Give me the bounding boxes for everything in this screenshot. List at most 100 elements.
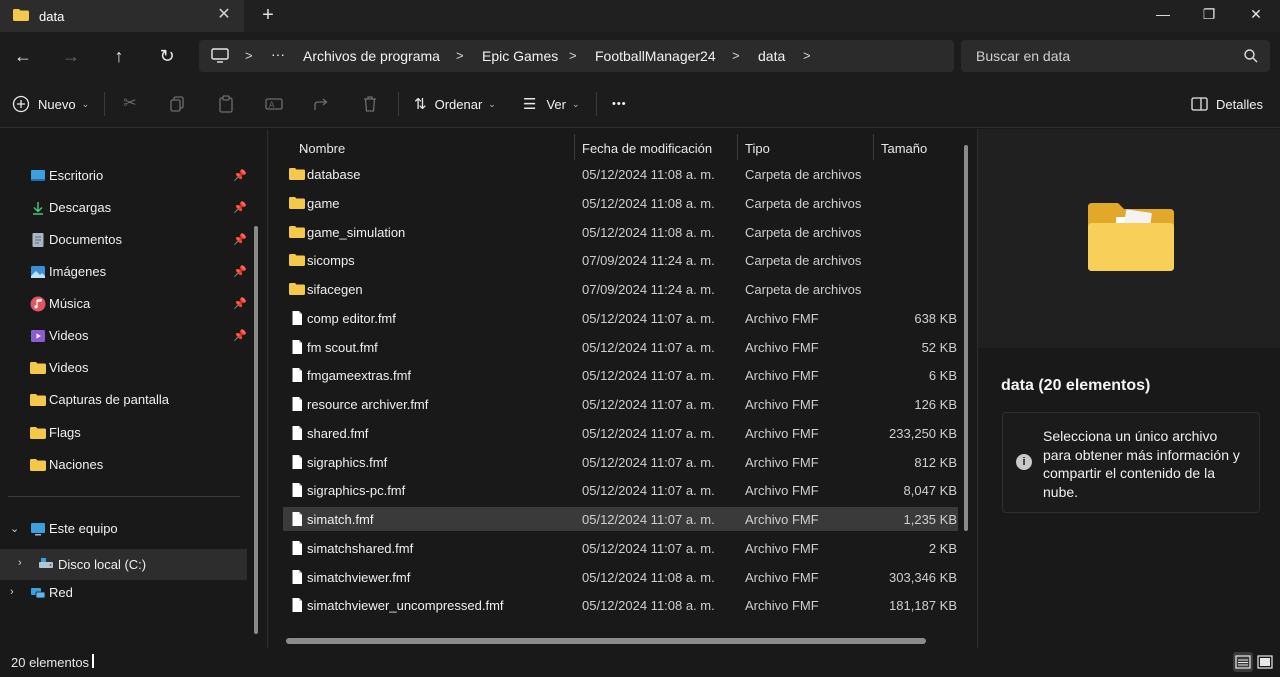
- sidebar-item-naciones[interactable]: Naciones: [0, 453, 247, 477]
- table-row[interactable]: comp editor.fmf 05/12/2024 11:07 a. m. Arc…: [283, 306, 958, 330]
- up-arrow-icon[interactable]: ↑: [108, 45, 130, 67]
- maximize-icon[interactable]: ❐: [1197, 4, 1221, 24]
- table-row[interactable]: fm scout.fmf 05/12/2024 11:07 a. m. Archiv…: [283, 335, 958, 359]
- close-icon[interactable]: ✕: [216, 6, 232, 24]
- monitor-icon[interactable]: [211, 48, 229, 64]
- pin-icon[interactable]: 📌: [233, 265, 247, 279]
- file-date: 05/12/2024 11:07 a. m.: [582, 339, 715, 355]
- sidebar-scrollbar[interactable]: [254, 226, 258, 634]
- column-header-type[interactable]: Tipo: [737, 134, 873, 160]
- forward-arrow-icon[interactable]: →: [60, 45, 82, 67]
- file-list-vertical-scrollbar[interactable]: [964, 145, 968, 531]
- chevron-right-icon[interactable]: ›: [10, 586, 14, 598]
- search-input[interactable]: [961, 40, 1231, 72]
- delete-icon[interactable]: [360, 94, 380, 114]
- column-header-size[interactable]: Tamaño: [873, 134, 963, 160]
- chevron-down-icon: ⌄: [488, 98, 496, 109]
- table-row[interactable]: sigraphics-pc.fmf 05/12/2024 11:07 a. m. A…: [283, 478, 958, 502]
- cut-icon[interactable]: ✂: [120, 94, 140, 114]
- pin-icon[interactable]: 📌: [233, 169, 247, 183]
- view-button[interactable]: ☰ Ver ⌄: [523, 92, 580, 116]
- minimize-icon[interactable]: —: [1151, 4, 1175, 24]
- chevron-right-icon[interactable]: >: [803, 48, 811, 63]
- pin-icon[interactable]: 📌: [233, 233, 247, 247]
- column-divider[interactable]: [873, 134, 874, 160]
- copy-icon[interactable]: [168, 94, 188, 114]
- window-close-icon[interactable]: ✕: [1244, 4, 1268, 24]
- new-button[interactable]: Nuevo ⌄: [12, 92, 89, 116]
- sidebar-item-disco-local[interactable]: › Disco local (C:): [0, 549, 247, 580]
- separator: [104, 92, 105, 116]
- pin-icon[interactable]: 📌: [233, 297, 247, 311]
- chevron-right-icon[interactable]: >: [245, 48, 253, 63]
- sort-button[interactable]: ⇅ Ordenar ⌄: [414, 92, 496, 116]
- file-date: 05/12/2024 11:07 a. m.: [582, 483, 715, 499]
- download-icon: [33, 202, 43, 215]
- sidebar-item-imagenes[interactable]: Imágenes 📌: [0, 260, 247, 284]
- table-row[interactable]: simatch.fmf 05/12/2024 11:07 a. m. Archivo…: [283, 507, 958, 531]
- file-list-horizontal-scrollbar[interactable]: [286, 638, 926, 644]
- chevron-right-icon[interactable]: ›: [18, 557, 22, 569]
- table-row[interactable]: sicomps 07/09/2024 11:24 a. m. Carpeta de …: [283, 248, 958, 272]
- folder-icon: [289, 168, 305, 180]
- refresh-icon[interactable]: ↻: [156, 45, 178, 67]
- chevron-down-icon[interactable]: ⌄: [10, 522, 19, 535]
- breadcrumb-footballmanager24[interactable]: FootballManager24: [595, 48, 716, 64]
- status-bar: 20 elementos: [0, 648, 1280, 677]
- sidebar-item-descargas[interactable]: Descargas 📌: [0, 196, 247, 220]
- table-row[interactable]: fmgameextras.fmf 05/12/2024 11:07 a. m. Ar…: [283, 363, 958, 387]
- pin-icon[interactable]: 📌: [233, 201, 247, 215]
- sidebar-item-videos-pinned[interactable]: Videos 📌: [0, 324, 247, 348]
- plus-icon[interactable]: +: [258, 4, 278, 26]
- paste-icon[interactable]: [216, 94, 236, 114]
- file-name: shared.fmf: [307, 425, 369, 441]
- search-icon[interactable]: [1243, 48, 1259, 64]
- column-divider[interactable]: [574, 134, 575, 160]
- chevron-right-icon[interactable]: >: [456, 48, 464, 63]
- chevron-right-icon[interactable]: >: [569, 48, 577, 63]
- breadcrumb-archivos-de-programa[interactable]: Archivos de programa: [303, 48, 440, 64]
- breadcrumb-epic-games[interactable]: Epic Games: [482, 48, 558, 64]
- file-type: Archivo FMF: [745, 425, 819, 441]
- table-row[interactable]: sigraphics.fmf 05/12/2024 11:07 a. m. Arch…: [283, 450, 958, 474]
- rename-icon[interactable]: A: [264, 94, 284, 114]
- share-icon[interactable]: [312, 94, 332, 114]
- file-date: 05/12/2024 11:08 a. m.: [582, 167, 715, 182]
- details-button[interactable]: Detalles: [1191, 92, 1263, 116]
- sidebar-item-escritorio[interactable]: Escritorio 📌: [0, 164, 247, 188]
- sort-icon: ⇅: [414, 96, 427, 113]
- sidebar-item-documentos[interactable]: Documentos 📌: [0, 228, 247, 252]
- details-pane-icon: [1191, 97, 1208, 111]
- sidebar-item-flags[interactable]: Flags: [0, 421, 247, 445]
- column-divider[interactable]: [737, 134, 738, 160]
- more-options-icon[interactable]: •••: [612, 92, 627, 116]
- tab-data[interactable]: data ✕: [0, 0, 244, 32]
- sidebar-item-red[interactable]: › Red: [0, 581, 247, 605]
- table-row[interactable]: simatchviewer_uncompressed.fmf 05/12/2024…: [283, 593, 958, 617]
- pin-icon[interactable]: 📌: [233, 329, 247, 343]
- breadcrumb-data[interactable]: data: [758, 48, 785, 64]
- table-row[interactable]: game 05/12/2024 11:08 a. m. Carpeta de arc…: [283, 191, 958, 215]
- sidebar-item-musica[interactable]: Música 📌: [0, 292, 247, 316]
- file-name: sigraphics-pc.fmf: [307, 483, 406, 499]
- sidebar-item-este-equipo[interactable]: ⌄ Este equipo: [0, 517, 247, 541]
- table-row[interactable]: simatchshared.fmf 05/12/2024 11:07 a. m. A…: [283, 536, 958, 560]
- details-view-button[interactable]: [1233, 652, 1253, 672]
- table-row[interactable]: simatchviewer.fmf 05/12/2024 11:08 a. m. A…: [283, 565, 958, 589]
- chevron-right-icon[interactable]: >: [732, 48, 740, 63]
- tiles-view-button[interactable]: [1255, 652, 1275, 672]
- table-row[interactable]: resource archiver.fmf 05/12/2024 11:07 a.…: [283, 392, 958, 416]
- column-header-name[interactable]: ︿ Nombre: [291, 134, 581, 160]
- column-header-date[interactable]: Fecha de modificación: [574, 134, 737, 160]
- breadcrumb-ellipsis[interactable]: ···: [271, 46, 285, 62]
- table-row[interactable]: shared.fmf 05/12/2024 11:07 a. m. Archivo …: [283, 421, 958, 445]
- table-row[interactable]: sifacegen 07/09/2024 11:24 a. m. Carpeta d…: [283, 277, 958, 301]
- table-row[interactable]: game_simulation 05/12/2024 11:08 a. m. Car…: [283, 220, 958, 244]
- sidebar-item-capturas[interactable]: Capturas de pantalla: [0, 388, 247, 412]
- search-box[interactable]: [961, 40, 1270, 72]
- table-row[interactable]: database 05/12/2024 11:08 a. m. Carpeta de…: [283, 162, 958, 186]
- file-type: Archivo FMF: [745, 454, 819, 470]
- back-arrow-icon[interactable]: ←: [12, 45, 34, 67]
- sidebar-item-videos[interactable]: Videos: [0, 356, 247, 380]
- address-bar[interactable]: > ··· Archivos de programa > Epic Games …: [199, 40, 954, 72]
